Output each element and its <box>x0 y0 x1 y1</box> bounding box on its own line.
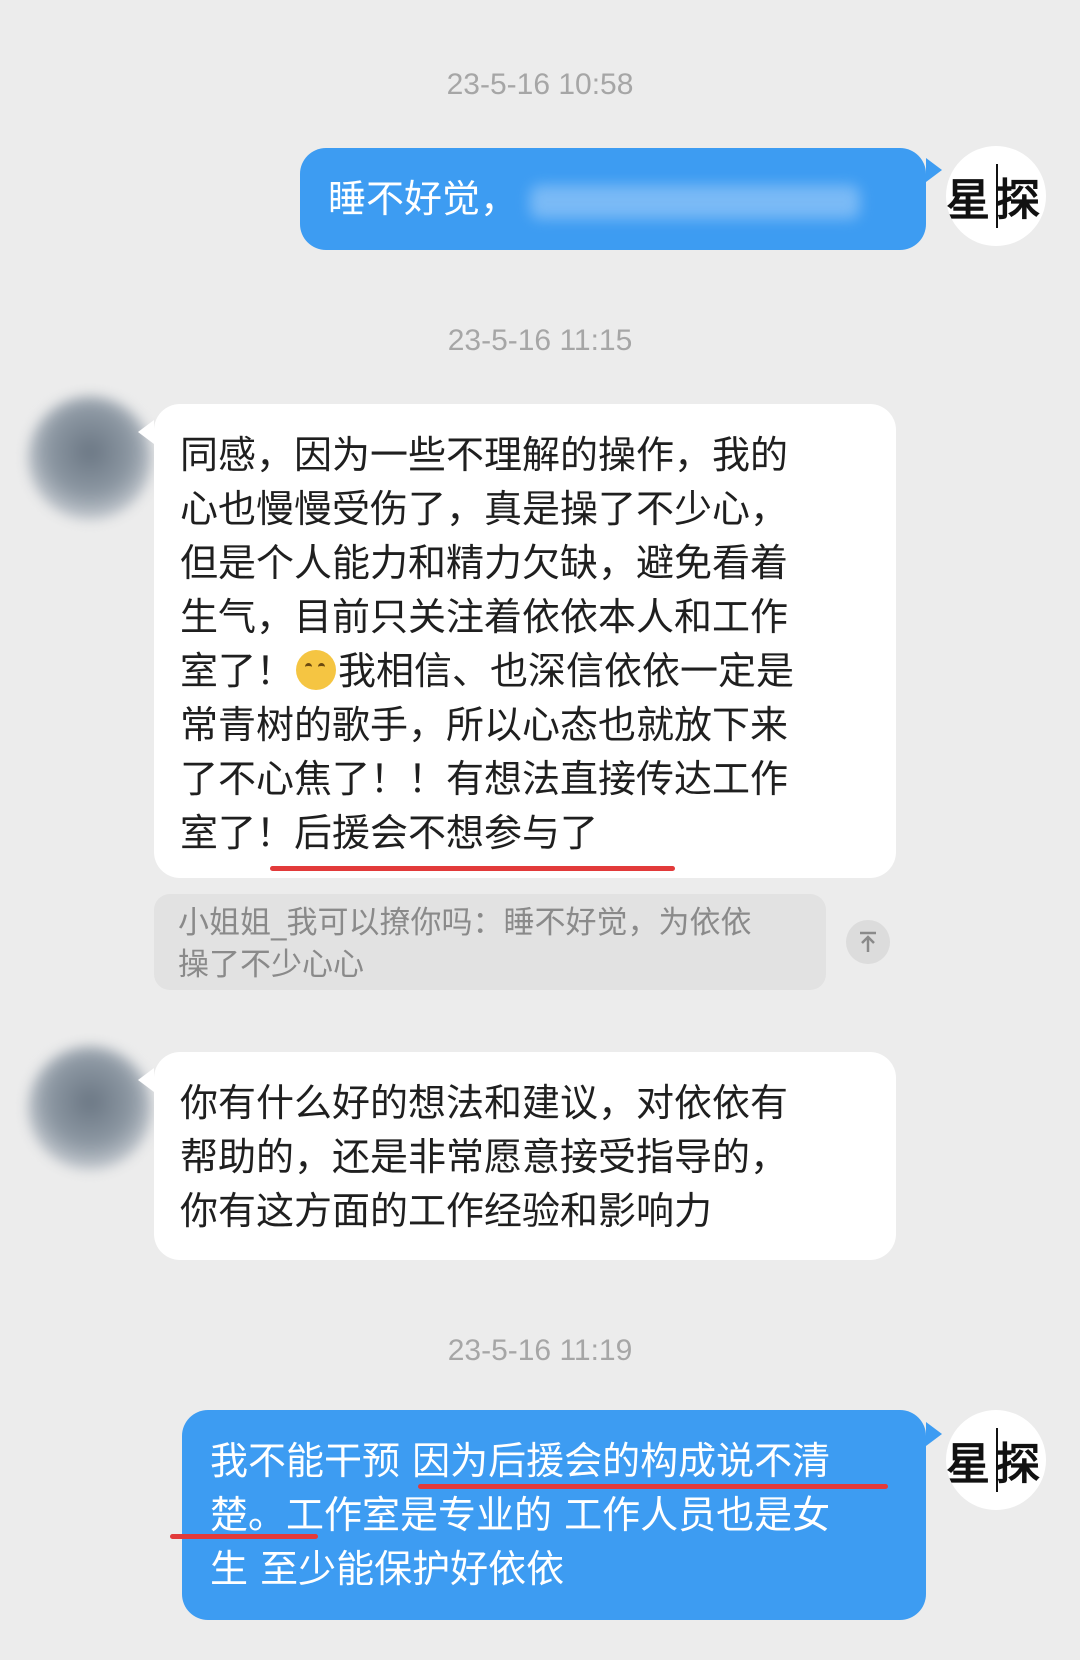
jump-to-quote-button[interactable] <box>846 920 890 964</box>
highlight-underline <box>170 1534 318 1539</box>
bubble-tail <box>138 420 154 444</box>
quote-line: 小姐姐_我可以撩你吗：睡不好觉，为依依 <box>178 905 752 941</box>
timestamp: 23-5-16 10:58 <box>446 68 634 101</box>
message-text: 睡不好觉， <box>328 177 519 221</box>
sender-avatar[interactable]: 星探 <box>946 1410 1046 1510</box>
contact-avatar[interactable] <box>28 1046 152 1170</box>
message-line: 室了！ 我相信、也深信依依一定是 <box>180 649 795 693</box>
message-line: 你有这方面的工作经验和影响力 <box>180 1189 713 1233</box>
sender-avatar[interactable]: 星探 <box>946 146 1046 246</box>
quote-line: 操了不少心心 <box>178 947 364 983</box>
message-line: 心也慢慢受伤了，真是操了不少心， <box>180 487 789 531</box>
message-line: 你有什么好的想法和建议，对依依有 <box>180 1081 789 1125</box>
timestamp: 23-5-16 11:15 <box>447 324 633 357</box>
message-line: 室了！后援会不想参与了 <box>180 811 599 855</box>
message-line: 生 至少能保护好依依 <box>210 1547 565 1591</box>
arrow-up-to-top-icon <box>860 931 876 952</box>
bubble-tail <box>926 1422 942 1446</box>
message-line: 常青树的歌手，所以心态也就放下来 <box>180 703 789 747</box>
message-line: 帮助的，还是非常愿意接受指导的， <box>180 1135 789 1179</box>
contact-avatar[interactable] <box>28 396 152 520</box>
timestamp: 23-5-16 11:19 <box>447 1334 633 1367</box>
outgoing-message-bubble[interactable]: 我不能干预 因为后援会的构成说不清 楚。工作室是专业的 工作人员也是女 生 至少… <box>182 1410 926 1620</box>
avatar-logo: 星探 <box>946 164 1046 228</box>
bubble-tail <box>926 158 942 182</box>
bubble-tail <box>138 1068 154 1092</box>
outgoing-message-bubble[interactable]: 睡不好觉， <box>300 148 926 250</box>
message-line: 了不心焦了！！有想法直接传达工作 <box>180 757 789 801</box>
avatar-logo: 星探 <box>946 1428 1046 1492</box>
message-line: 同感，因为一些不理解的操作，我的 <box>180 433 789 477</box>
highlight-underline <box>418 1484 888 1489</box>
message-line: 但是个人能力和精力欠缺，避免看着 <box>180 541 789 585</box>
highlight-underline <box>270 866 675 871</box>
crying-laughing-emoji-icon <box>296 650 337 690</box>
incoming-message-bubble[interactable]: 同感，因为一些不理解的操作，我的 心也慢慢受伤了，真是操了不少心， 但是个人能力… <box>154 404 896 878</box>
message-line: 我不能干预 因为后援会的构成说不清 <box>210 1439 831 1483</box>
quoted-reply[interactable]: 小姐姐_我可以撩你吗：睡不好觉，为依依 操了不少心心 <box>154 894 826 990</box>
message-line: 生气，目前只关注着依依本人和工作 <box>180 595 789 639</box>
incoming-message-bubble[interactable]: 你有什么好的想法和建议，对依依有 帮助的，还是非常愿意接受指导的， 你有这方面的… <box>154 1052 896 1260</box>
redacted-text <box>530 184 861 219</box>
